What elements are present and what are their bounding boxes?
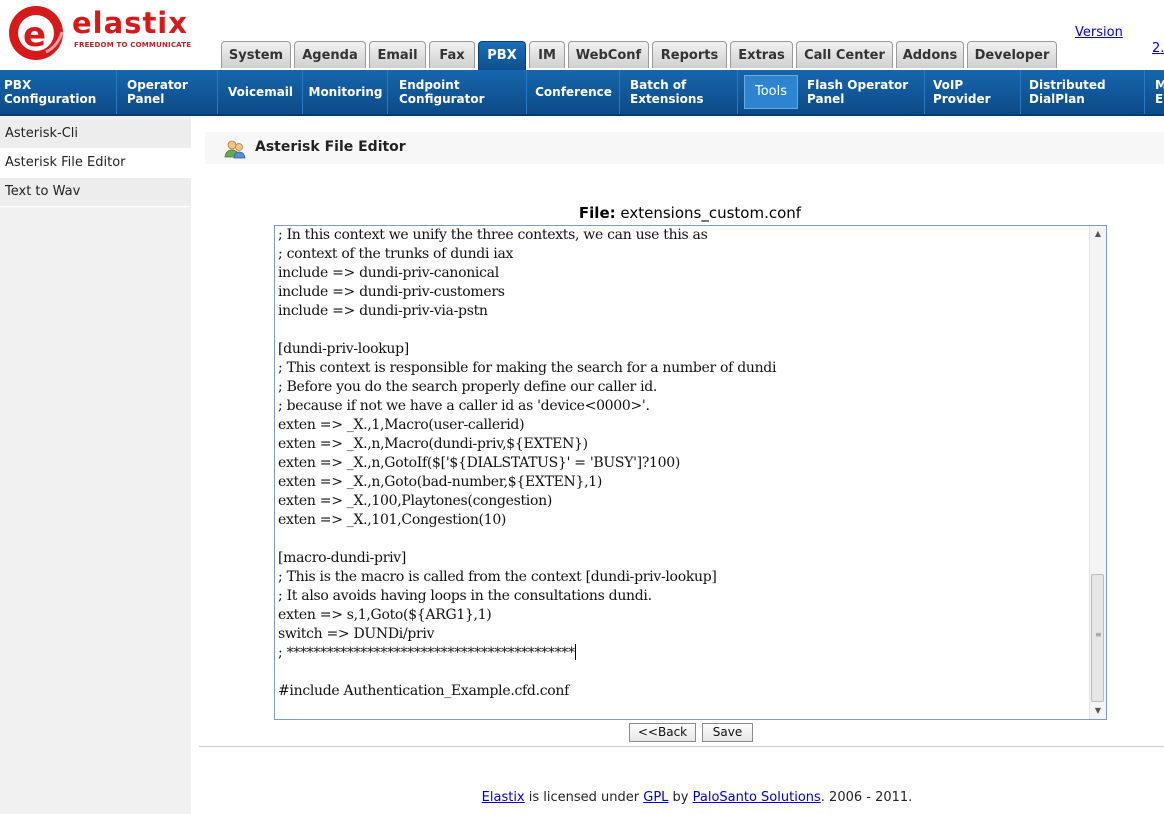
editor-scrollbar[interactable]: ▲ ≡ ▼ (1089, 226, 1106, 719)
tab-developer[interactable]: Developer (967, 41, 1057, 68)
editor-line: exten => _X.,1,Macro(user-callerid) (278, 417, 525, 433)
sidebar-item-asterisk-file-editor[interactable]: Asterisk File Editor (0, 149, 191, 178)
scrollbar-grip-icon: ≡ (1095, 630, 1102, 639)
users-icon (224, 140, 246, 159)
menu-conference[interactable]: Conference (528, 70, 620, 114)
scrollbar-thumb[interactable]: ≡ (1091, 574, 1104, 702)
version-link[interactable]: Version (1075, 25, 1123, 40)
tab-webconf[interactable]: WebConf (568, 41, 649, 68)
editor-line: exten => _X.,n,GotoIf($['${DIALSTATUS}' … (278, 455, 681, 471)
menu-voicemail[interactable]: Voicemail (219, 70, 303, 114)
save-button[interactable]: Save (702, 723, 753, 742)
editor-line: ; In this context we unify the three con… (278, 227, 708, 243)
editor-line: include => dundi-priv-canonical (278, 265, 499, 281)
footer-text-3: . 2006 - 2011. (820, 790, 913, 805)
menu-monitoring[interactable]: Monitoring (304, 70, 388, 114)
svg-text:e: e (23, 15, 46, 55)
file-label: File: extensions_custom.conf (205, 204, 1164, 222)
file-editor-textarea[interactable]: ; In this context we unify the three con… (274, 225, 1107, 720)
brand-tagline: FREEDOM TO COMMUNICATE (74, 41, 192, 49)
editor-line: ; **************************************… (278, 645, 575, 661)
elastix-logo-icon: e (9, 6, 64, 60)
editor-line: exten => s,1,Goto(${ARG1},1) (278, 607, 492, 623)
editor-line: ; It also avoids having loops in the con… (278, 588, 652, 604)
tab-im[interactable]: IM (529, 41, 565, 68)
editor-line: exten => _X.,n,Goto(bad-number,${EXTEN},… (278, 474, 603, 490)
editor-line: exten => _X.,101,Congestion(10) (278, 512, 507, 528)
elastix-logo[interactable]: e elastix FREEDOM TO COMMUNICATE (6, 2, 196, 66)
editor-line: exten => _X.,n,Macro(dundi-priv,${EXTEN}… (278, 436, 588, 452)
file-label-prefix: File: (578, 204, 616, 222)
menu-pbx-configuration[interactable]: PBX Configuration (0, 70, 117, 114)
editor-line: ; context of the trunks of dundi iax (278, 246, 514, 262)
editor-line: include => dundi-priv-customers (278, 284, 505, 300)
tab-reports[interactable]: Reports (652, 41, 727, 68)
scroll-up-arrow-icon[interactable]: ▲ (1090, 226, 1106, 242)
tab-extras[interactable]: Extras (730, 41, 793, 68)
editor-line: [macro-dundi-priv] (278, 550, 407, 566)
menu-flash-operator-panel[interactable]: Flash Operator Panel (803, 70, 925, 114)
footer: Elastix is licensed under GPL by PaloSan… (0, 790, 1164, 805)
footer-palosanto-link[interactable]: PaloSanto Solutions (693, 790, 821, 805)
editor-line: ; This is the macro is called from the c… (278, 569, 717, 585)
menu-operator-panel[interactable]: Operator Panel (123, 70, 218, 114)
menu-batch-of-extensions[interactable]: Batch of Extensions (626, 70, 738, 114)
editor-line: #include Authentication_Example.cfd.conf (278, 683, 569, 699)
footer-text-1: is licensed under (524, 790, 644, 805)
version-number[interactable]: 2. (1152, 41, 1164, 56)
tab-call-center[interactable]: Call Center (796, 41, 893, 68)
file-editor-content[interactable]: ; In this context we unify the three con… (278, 226, 1088, 716)
editor-line: include => dundi-priv-via-pstn (278, 303, 488, 319)
tab-fax[interactable]: Fax (429, 41, 475, 68)
page-title-bar: Asterisk File Editor (205, 132, 1164, 164)
tab-system[interactable]: System (221, 41, 291, 68)
sidebar-item-asterisk-cli[interactable]: Asterisk-Cli (0, 120, 191, 149)
footer-gpl-link[interactable]: GPL (643, 790, 668, 805)
footer-text-2: by (668, 790, 693, 805)
menu-tools[interactable]: Tools (744, 75, 798, 109)
editor-line: [dundi-priv-lookup] (278, 341, 409, 357)
menu-more[interactable]: M E (1151, 70, 1164, 114)
tab-addons[interactable]: Addons (896, 41, 964, 68)
footer-elastix-link[interactable]: Elastix (482, 790, 525, 805)
sidebar-item-text-to-wav[interactable]: Text to Wav (0, 178, 191, 207)
tab-email[interactable]: Email (369, 41, 426, 68)
editor-line: ; This context is responsible for making… (278, 360, 777, 376)
menu-endpoint-configurator[interactable]: Endpoint Configurator (395, 70, 527, 114)
sidebar: Asterisk-Cli Asterisk File Editor Text t… (0, 116, 191, 814)
editor-line: exten => _X.,100,Playtones(congestion) (278, 493, 552, 509)
back-button[interactable]: <<Back (629, 723, 696, 742)
pbx-menu-bar: PBX Configuration Operator Panel Voicema… (0, 70, 1164, 116)
file-name: extensions_custom.conf (620, 204, 802, 222)
editor-line: ; because if not we have a caller id as … (278, 398, 650, 414)
menu-voip-provider[interactable]: VoIP Provider (929, 70, 1021, 114)
brand-name: elastix (72, 6, 188, 40)
editor-line: switch => DUNDi/priv (278, 626, 435, 642)
page-title: Asterisk File Editor (255, 139, 406, 155)
editor-line: ; Before you do the search properly defi… (278, 379, 658, 395)
text-cursor (574, 644, 576, 660)
tab-agenda[interactable]: Agenda (294, 41, 366, 68)
scroll-down-arrow-icon[interactable]: ▼ (1090, 703, 1106, 719)
menu-distributed-dialplan[interactable]: Distributed DialPlan (1025, 70, 1145, 114)
header: e elastix FREEDOM TO COMMUNICATE Version… (0, 0, 1164, 70)
tab-pbx[interactable]: PBX (478, 41, 526, 70)
divider (199, 746, 1164, 747)
